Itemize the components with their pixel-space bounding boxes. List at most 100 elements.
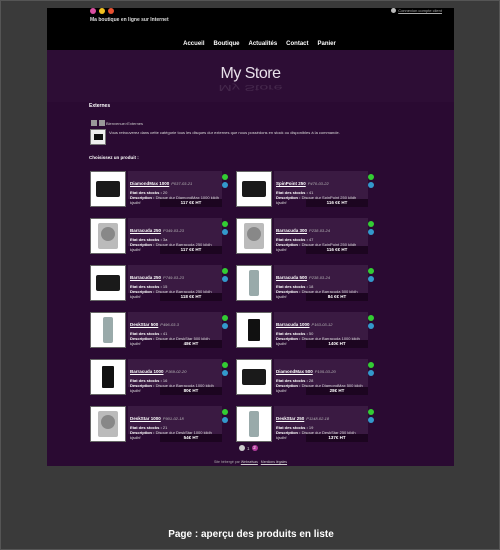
product-name[interactable]: Barracuda 250 — [130, 228, 161, 233]
product-image[interactable] — [90, 171, 126, 207]
nav-item-boutique[interactable]: Boutique — [213, 41, 239, 47]
product-name[interactable]: SpinPoint 250 — [276, 181, 306, 186]
product-name[interactable]: Barracuda 250 — [130, 275, 161, 280]
product-ref: P238-03-24 — [309, 275, 330, 280]
add-to-cart-icon[interactable] — [222, 221, 228, 227]
product-card[interactable]: Barracuda 500 P238-03-24 Etat des stocks :… — [236, 265, 374, 305]
top-bar: Ma boutique en ligne sur Internet Connex… — [47, 8, 454, 50]
product-card[interactable]: DeskStar 500 P496-03-3 Etat des stocks : 4… — [90, 312, 228, 352]
breadcrumb[interactable]: Bienvenue>Externes — [106, 121, 143, 126]
product-image[interactable] — [236, 406, 272, 442]
product-price: 54€ HT — [160, 434, 222, 442]
product-image[interactable] — [90, 218, 126, 254]
product-name[interactable]: DeskStar 500 — [130, 322, 158, 327]
login-link-label[interactable]: Connexion compte client — [398, 8, 442, 13]
add-to-cart-icon[interactable] — [222, 174, 228, 180]
details-icon[interactable] — [368, 370, 374, 376]
site-footer: Site hébergé par Webselvas Mentions léga… — [47, 460, 454, 464]
product-name[interactable]: Barracuda 1000 — [276, 322, 310, 327]
add-to-cart-icon[interactable] — [368, 362, 374, 368]
product-card[interactable]: Barracuda 1000 P163-03-12 Etat des stocks … — [236, 312, 374, 352]
page-link[interactable]: 1 — [247, 446, 250, 451]
product-card[interactable]: DeskStar 250 P1148-02-18 Etat des stocks :… — [236, 406, 374, 446]
product-name[interactable]: DeskStar 1000 — [130, 416, 161, 421]
product-image[interactable] — [90, 359, 126, 395]
nav-item-contact[interactable]: Contact — [286, 41, 308, 47]
details-icon[interactable] — [222, 417, 228, 423]
product-name[interactable]: DiamondMax 1000 — [130, 181, 169, 186]
product-name[interactable]: Barracuda 300 — [276, 228, 307, 233]
add-to-cart-icon[interactable] — [368, 409, 374, 415]
add-to-cart-icon[interactable] — [368, 315, 374, 321]
current-page[interactable]: 2 — [251, 445, 258, 451]
product-card[interactable]: Barracuda 300 P238-03-24 Etat des stocks :… — [236, 218, 374, 258]
previous-page-icon[interactable] — [239, 445, 245, 451]
product-image[interactable] — [236, 171, 272, 207]
product-name[interactable]: Barracuda 500 — [276, 275, 307, 280]
details-icon[interactable] — [368, 323, 374, 329]
language-flags — [90, 8, 114, 14]
details-icon[interactable] — [368, 182, 374, 188]
product-ref: P037-03-21 — [171, 181, 193, 186]
list-view-icon[interactable] — [91, 120, 97, 126]
product-info: Barracuda 1000 P163-03-12 Etat des stocks … — [274, 312, 368, 346]
product-info: Barracuda 1000 P369-02-20 Etat des stocks … — [128, 359, 222, 393]
footer-hosted-by: Site hébergé par — [213, 460, 240, 464]
product-card[interactable]: DiamondMax 500 P105-03-20 Etat des stocks … — [236, 359, 374, 399]
footer-host-link[interactable]: Webselvas — [241, 460, 258, 464]
product-card[interactable]: Barracuda 1000 P369-02-20 Etat des stocks … — [90, 359, 228, 399]
details-icon[interactable] — [222, 182, 228, 188]
product-image[interactable] — [90, 265, 126, 301]
product-image[interactable] — [90, 312, 126, 348]
product-name[interactable]: DiamondMax 500 — [276, 369, 313, 374]
flag-icon[interactable] — [108, 8, 114, 14]
choose-product-heading: Choisissez un produit : — [89, 155, 139, 160]
product-info: Barracuda 250 P749-03-23 Etat des stocks :… — [128, 265, 222, 299]
nav-item-accueil[interactable]: Accueil — [183, 41, 204, 47]
add-to-cart-icon[interactable] — [368, 268, 374, 274]
flag-icon[interactable] — [99, 8, 105, 14]
details-icon[interactable] — [368, 276, 374, 282]
details-icon[interactable] — [368, 229, 374, 235]
product-card[interactable]: DeskStar 1000 P901-02-18 Etat des stocks :… — [90, 406, 228, 446]
product-name[interactable]: DeskStar 250 — [276, 416, 304, 421]
product-image[interactable] — [236, 265, 272, 301]
add-to-cart-icon[interactable] — [222, 362, 228, 368]
footer-legal-link[interactable]: Mentions légales — [261, 460, 287, 464]
store-logo[interactable]: My Store — [47, 65, 454, 83]
product-image[interactable] — [236, 218, 272, 254]
details-icon[interactable] — [222, 276, 228, 282]
product-info: Barracuda 500 P238-03-24 Etat des stocks :… — [274, 265, 368, 299]
nav-item-panier[interactable]: Panier — [318, 41, 336, 47]
details-icon[interactable] — [222, 323, 228, 329]
details-icon[interactable] — [368, 417, 374, 423]
add-to-cart-icon[interactable] — [222, 315, 228, 321]
product-price: 116 €€ HT — [306, 246, 368, 254]
add-to-cart-icon[interactable] — [222, 409, 228, 415]
grid-view-icon[interactable] — [99, 120, 105, 126]
product-ref: P470-03-22 — [307, 181, 329, 186]
add-to-cart-icon[interactable] — [368, 221, 374, 227]
product-image[interactable] — [90, 406, 126, 442]
details-icon[interactable] — [222, 229, 228, 235]
product-image[interactable] — [236, 359, 272, 395]
product-name[interactable]: Barracuda 1000 — [130, 369, 164, 374]
product-card[interactable]: Barracuda 250 P749-03-23 Etat des stocks :… — [90, 265, 228, 305]
product-card[interactable]: DiamondMax 1000 P037-03-21 Etat des stocks… — [90, 171, 228, 211]
product-image[interactable] — [236, 312, 272, 348]
product-card[interactable]: SpinPoint 250 P470-03-22 Etat des stocks :… — [236, 171, 374, 211]
login-link[interactable]: Connexion compte client — [391, 8, 442, 13]
nav-item-actualites[interactable]: Actualités — [248, 41, 277, 47]
product-price: 117 €€ HT — [160, 246, 222, 254]
details-icon[interactable] — [222, 370, 228, 376]
screenshot-caption: Page : aperçu des produits en liste — [168, 529, 334, 540]
product-ref: P238-03-24 — [309, 228, 330, 233]
product-card[interactable]: Barracuda 250 P349-03-23 Etat des stocks :… — [90, 218, 228, 258]
flag-icon[interactable] — [90, 8, 96, 14]
product-info: DiamondMax 500 P105-03-20 Etat des stocks … — [274, 359, 368, 393]
add-to-cart-icon[interactable] — [368, 174, 374, 180]
product-ref: P1148-02-18 — [306, 416, 330, 421]
add-to-cart-icon[interactable] — [222, 268, 228, 274]
product-info: Barracuda 250 P349-03-23 Etat des stocks :… — [128, 218, 222, 252]
product-ref: P105-03-20 — [314, 369, 336, 374]
